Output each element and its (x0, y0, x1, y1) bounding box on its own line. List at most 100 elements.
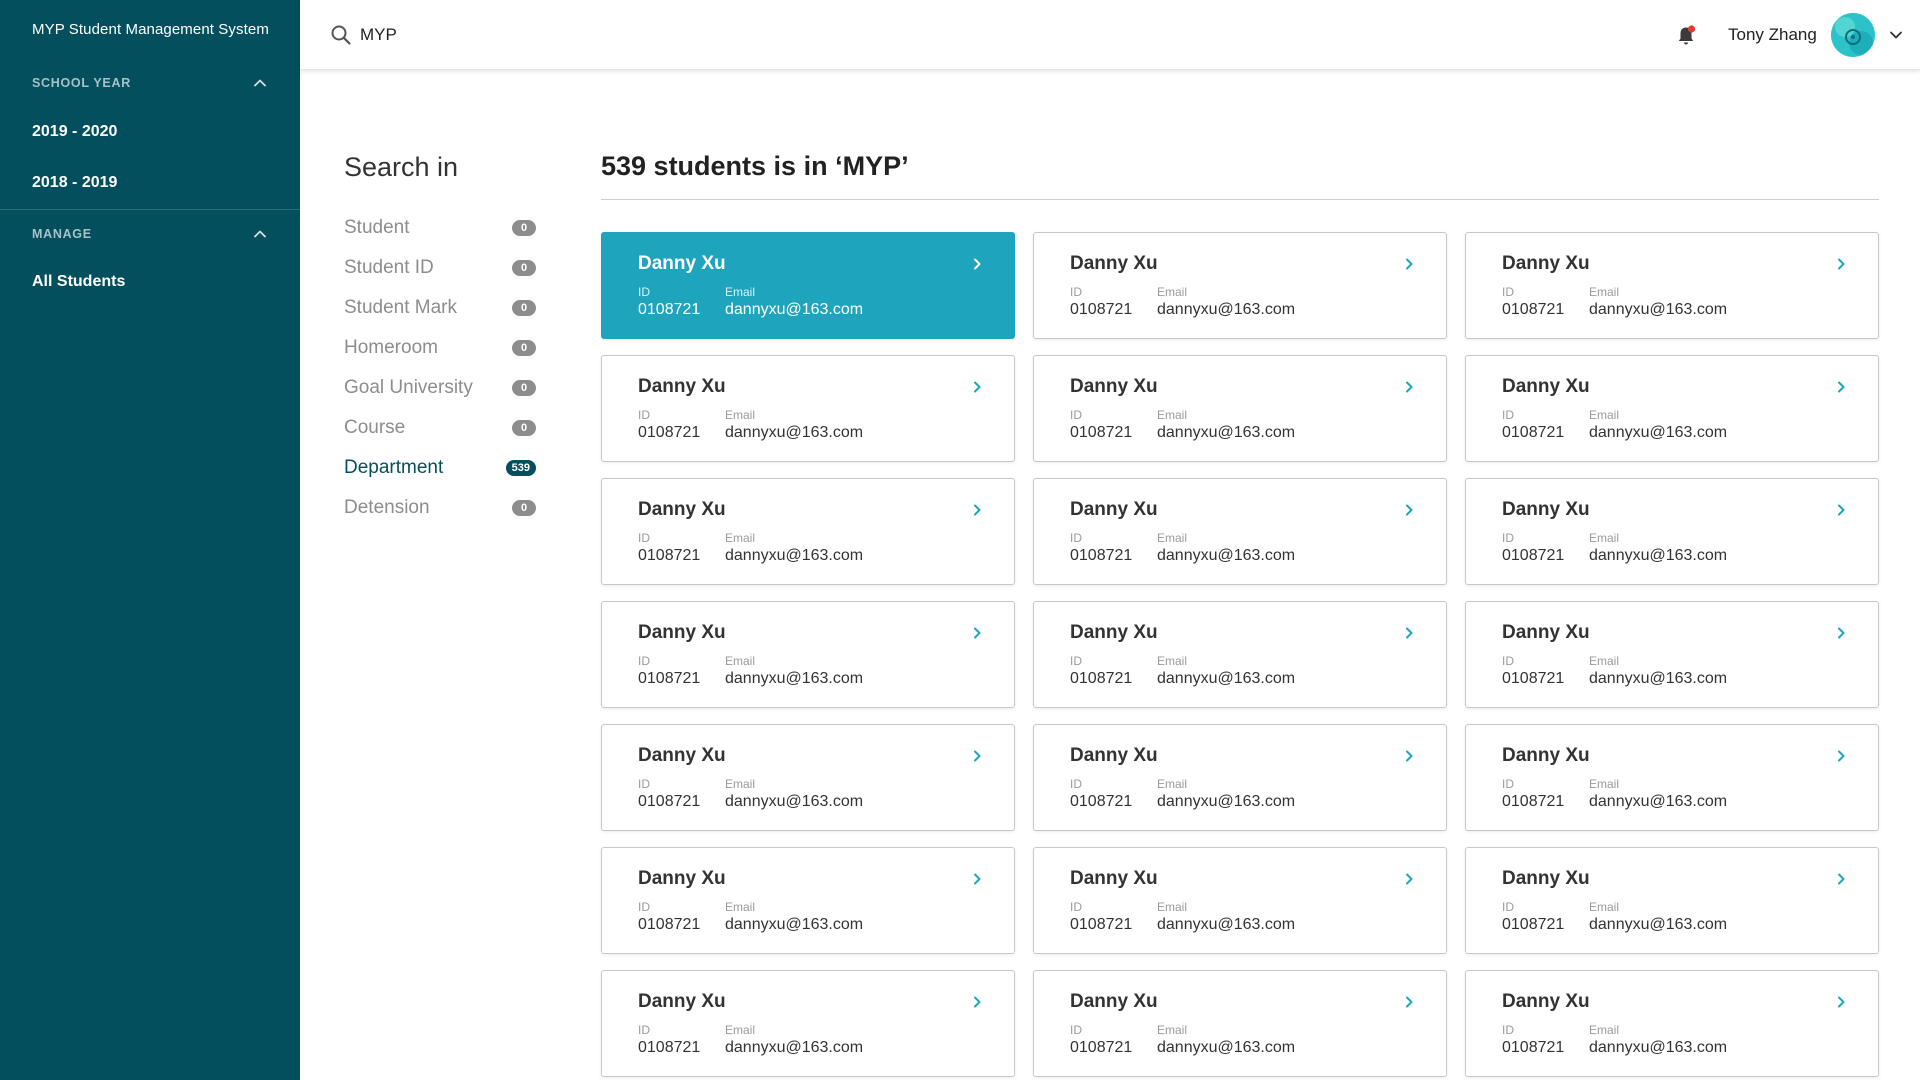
student-card[interactable]: Danny Xu ID 0108721 Email dannyxu@163.com (601, 601, 1015, 708)
count-badge: 0 (512, 340, 536, 356)
student-card[interactable]: Danny Xu ID 0108721 Email dannyxu@163.com (1465, 355, 1879, 462)
count-badge: 539 (505, 460, 536, 476)
student-name: Danny Xu (1070, 376, 1158, 397)
chevron-right-icon (1406, 996, 1413, 1008)
bell-icon[interactable] (1674, 24, 1698, 48)
avatar-image (1831, 13, 1875, 57)
student-name: Danny Xu (1502, 376, 1590, 397)
student-email: dannyxu@163.com (725, 793, 864, 810)
student-card[interactable]: Danny Xu ID 0108721 Email dannyxu@163.com (1033, 232, 1447, 339)
filter-student-id[interactable]: Student ID 0 (344, 253, 536, 283)
student-id: 0108721 (1502, 670, 1565, 687)
student-name: Danny Xu (638, 376, 726, 397)
email-label: Email (725, 654, 756, 668)
student-card[interactable]: Danny Xu ID 0108721 Email dannyxu@163.com (1033, 724, 1447, 831)
filter-detension[interactable]: Detension 0 (344, 493, 536, 523)
student-name: Danny Xu (638, 253, 726, 274)
student-id: 0108721 (1502, 793, 1565, 810)
notification-dot (1687, 25, 1696, 33)
student-id: 0108721 (1070, 793, 1133, 810)
student-email: dannyxu@163.com (1589, 916, 1728, 933)
chevron-right-icon (974, 627, 981, 639)
sidebar-item-2019-2020[interactable]: 2019 - 2020 (32, 123, 117, 141)
sidebar: MYP Student Management System SCHOOL YEA… (0, 0, 300, 1080)
manage-label: MANAGE (32, 227, 92, 241)
sidebar-item-2018-2019[interactable]: 2018 - 2019 (32, 174, 117, 192)
student-card[interactable]: Danny Xu ID 0108721 Email dannyxu@163.com (1465, 970, 1879, 1077)
student-email: dannyxu@163.com (1157, 916, 1296, 933)
filter-goal-university[interactable]: Goal University 0 (344, 373, 536, 403)
student-card[interactable]: Danny Xu ID 0108721 Email dannyxu@163.com (601, 847, 1015, 954)
user-name[interactable]: Tony Zhang (1728, 25, 1817, 45)
student-name: Danny Xu (638, 868, 726, 889)
email-label: Email (1157, 777, 1188, 791)
filter-homeroom[interactable]: Homeroom 0 (344, 333, 536, 363)
student-card[interactable]: Danny Xu ID 0108721 Email dannyxu@163.com (1033, 970, 1447, 1077)
chevron-right-icon (1406, 750, 1413, 762)
email-label: Email (725, 285, 756, 299)
student-card[interactable]: Danny Xu ID 0108721 Email dannyxu@163.com (601, 970, 1015, 1077)
student-card[interactable]: Danny Xu ID 0108721 Email dannyxu@163.com (601, 232, 1015, 339)
student-card[interactable]: Danny Xu ID 0108721 Email dannyxu@163.com (601, 355, 1015, 462)
student-card[interactable]: Danny Xu ID 0108721 Email dannyxu@163.com (1033, 601, 1447, 708)
chevron-right-icon (1838, 627, 1845, 639)
filter-student-mark[interactable]: Student Mark 0 (344, 293, 536, 323)
chevron-right-icon (1838, 381, 1845, 393)
count-badge: 0 (512, 220, 536, 236)
sidebar-item-all-students[interactable]: All Students (32, 273, 125, 291)
top-bar: Tony Zhang (300, 0, 1920, 70)
student-name: Danny Xu (638, 622, 726, 643)
student-id: 0108721 (1502, 1039, 1565, 1056)
student-card[interactable]: Danny Xu ID 0108721 Email dannyxu@163.com (1465, 847, 1879, 954)
student-card[interactable]: Danny Xu ID 0108721 Email dannyxu@163.com (1033, 847, 1447, 954)
count-badge: 0 (512, 420, 536, 436)
student-card[interactable]: Danny Xu ID 0108721 Email dannyxu@163.com (1033, 478, 1447, 585)
avatar[interactable] (1831, 13, 1875, 57)
student-name: Danny Xu (1502, 868, 1590, 889)
school-year-label: SCHOOL YEAR (32, 76, 131, 90)
id-label: ID (638, 777, 650, 791)
filter-course[interactable]: Course 0 (344, 413, 536, 443)
count-badge: 0 (512, 380, 536, 396)
email-label: Email (1589, 408, 1620, 422)
student-email: dannyxu@163.com (725, 670, 864, 687)
filter-department[interactable]: Department 539 (344, 453, 536, 483)
chevron-up-icon (254, 79, 266, 87)
student-email: dannyxu@163.com (1589, 301, 1728, 318)
student-name: Danny Xu (1070, 745, 1158, 766)
student-id: 0108721 (638, 670, 701, 687)
student-email: dannyxu@163.com (1157, 670, 1296, 687)
search-in-title: Search in (344, 152, 459, 182)
id-label: ID (638, 531, 650, 545)
student-card[interactable]: Danny Xu ID 0108721 Email dannyxu@163.com (1465, 232, 1879, 339)
search-input[interactable] (360, 20, 760, 50)
student-name: Danny Xu (1070, 622, 1158, 643)
filter-label: Course (344, 417, 406, 438)
student-email: dannyxu@163.com (725, 1039, 864, 1056)
filter-label: Detension (344, 497, 430, 518)
student-name: Danny Xu (1502, 499, 1590, 520)
search-icon (331, 25, 351, 45)
student-id: 0108721 (1070, 301, 1133, 318)
student-id: 0108721 (638, 916, 701, 933)
chevron-down-icon[interactable] (1888, 27, 1904, 43)
student-card[interactable]: Danny Xu ID 0108721 Email dannyxu@163.com (1465, 724, 1879, 831)
student-id: 0108721 (1502, 301, 1565, 318)
school-year-section-header[interactable]: SCHOOL YEAR (0, 57, 300, 109)
student-email: dannyxu@163.com (1589, 670, 1728, 687)
student-name: Danny Xu (1502, 253, 1590, 274)
manage-section-header[interactable]: MANAGE (0, 208, 300, 260)
student-card[interactable]: Danny Xu ID 0108721 Email dannyxu@163.com (601, 478, 1015, 585)
results-divider (601, 199, 1879, 200)
id-label: ID (638, 285, 650, 299)
filter-student[interactable]: Student 0 (344, 213, 536, 243)
student-card[interactable]: Danny Xu ID 0108721 Email dannyxu@163.com (601, 724, 1015, 831)
student-id: 0108721 (1070, 1039, 1133, 1056)
student-card[interactable]: Danny Xu ID 0108721 Email dannyxu@163.com (1465, 601, 1879, 708)
count-badge: 0 (512, 300, 536, 316)
student-name: Danny Xu (1070, 991, 1158, 1012)
student-card[interactable]: Danny Xu ID 0108721 Email dannyxu@163.com (1033, 355, 1447, 462)
id-label: ID (638, 900, 650, 914)
student-card[interactable]: Danny Xu ID 0108721 Email dannyxu@163.com (1465, 478, 1879, 585)
student-email: dannyxu@163.com (1157, 793, 1296, 810)
